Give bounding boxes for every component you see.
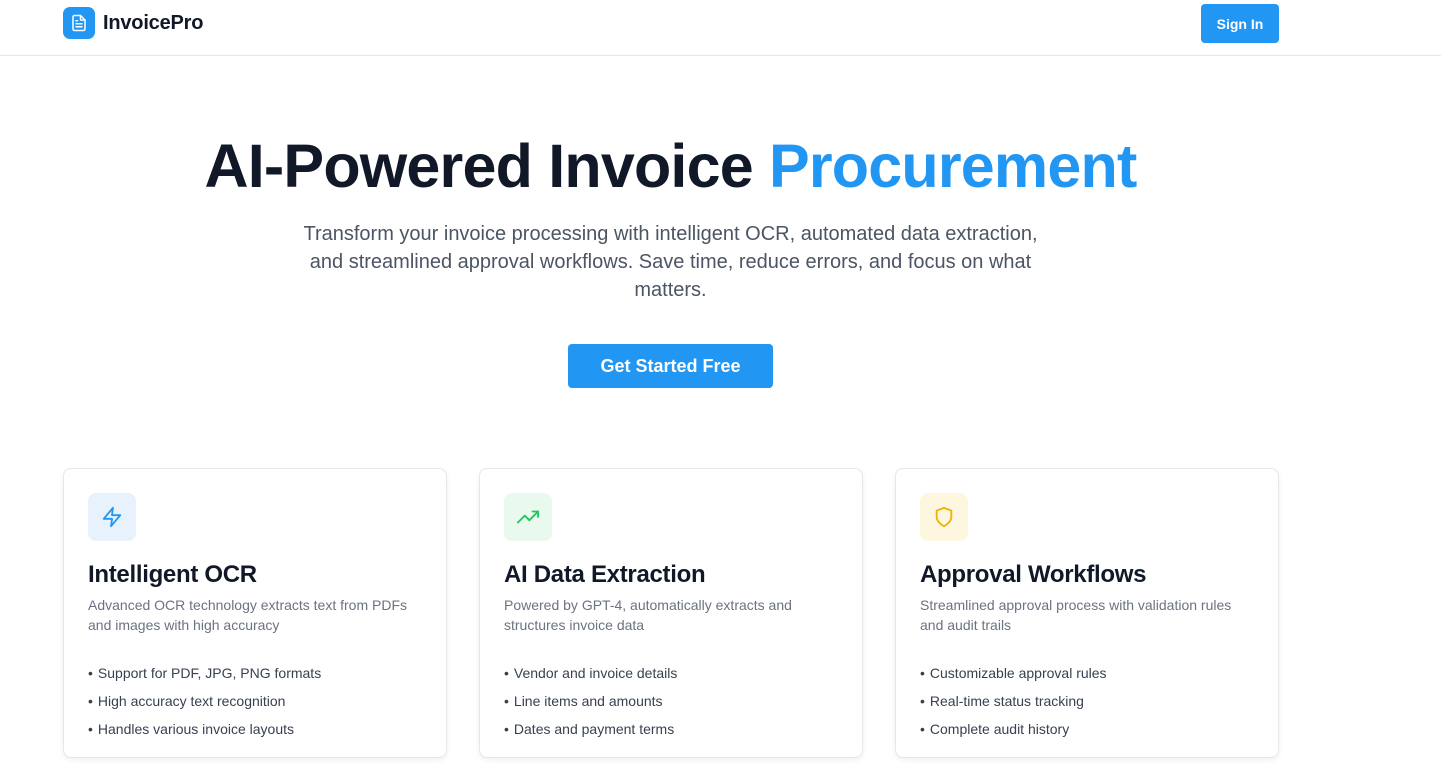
feature-point: • Handles various invoice layouts — [88, 721, 295, 737]
feature-point: • Customizable approval rules — [920, 665, 1107, 681]
brand[interactable]: InvoicePro — [63, 7, 203, 39]
feature-point: • Dates and payment terms — [504, 721, 675, 737]
feature-point: • Line items and amounts — [504, 693, 663, 709]
feature-card-workflows: Approval Workflows Streamlined approval … — [895, 468, 1279, 758]
feature-point: • High accuracy text recognition — [88, 693, 286, 709]
feature-point: • Real-time status tracking — [920, 693, 1084, 709]
feature-point: • Support for PDF, JPG, PNG formats — [88, 665, 322, 681]
top-header: InvoicePro Sign In — [0, 0, 1441, 56]
feature-card-extraction: AI Data Extraction Powered by GPT-4, aut… — [479, 468, 863, 758]
feature-title: Approval Workflows — [920, 561, 1147, 588]
hero-title-accent: Procurement — [768, 132, 1137, 200]
feature-list: • Customizable approval rules • Real-time … — [920, 659, 1254, 743]
feature-point: • Complete audit history — [920, 721, 1070, 737]
lightning-icon — [88, 493, 136, 541]
feature-description: Powered by GPT-4, automatically extracts… — [504, 597, 792, 633]
hero-title: AI-Powered Invoice Procurement — [0, 130, 1341, 202]
shield-icon — [920, 493, 968, 541]
hero-title-main: AI-Powered Invoice — [204, 132, 754, 200]
feature-title: AI Data Extraction — [504, 561, 706, 588]
feature-title: Intelligent OCR — [88, 561, 257, 588]
sign-in-button[interactable]: Sign In — [1201, 4, 1279, 43]
document-icon — [63, 7, 95, 39]
get-started-button[interactable]: Get Started Free — [568, 344, 773, 388]
feature-list: • Support for PDF, JPG, PNG formats • High… — [88, 659, 422, 743]
hero-subtitle: Transform your invoice processing with i… — [303, 223, 1038, 301]
feature-point: • Vendor and invoice details — [504, 665, 678, 681]
feature-description: Advanced OCR technology extracts text fr… — [88, 597, 408, 633]
feature-card-ocr: Intelligent OCR Advanced OCR technology … — [63, 468, 447, 758]
feature-list: • Vendor and invoice details • Line items … — [504, 659, 838, 743]
feature-description: Streamlined approval process with valida… — [920, 597, 1232, 633]
trending-up-icon — [504, 493, 552, 541]
brand-name: InvoicePro — [103, 11, 204, 34]
